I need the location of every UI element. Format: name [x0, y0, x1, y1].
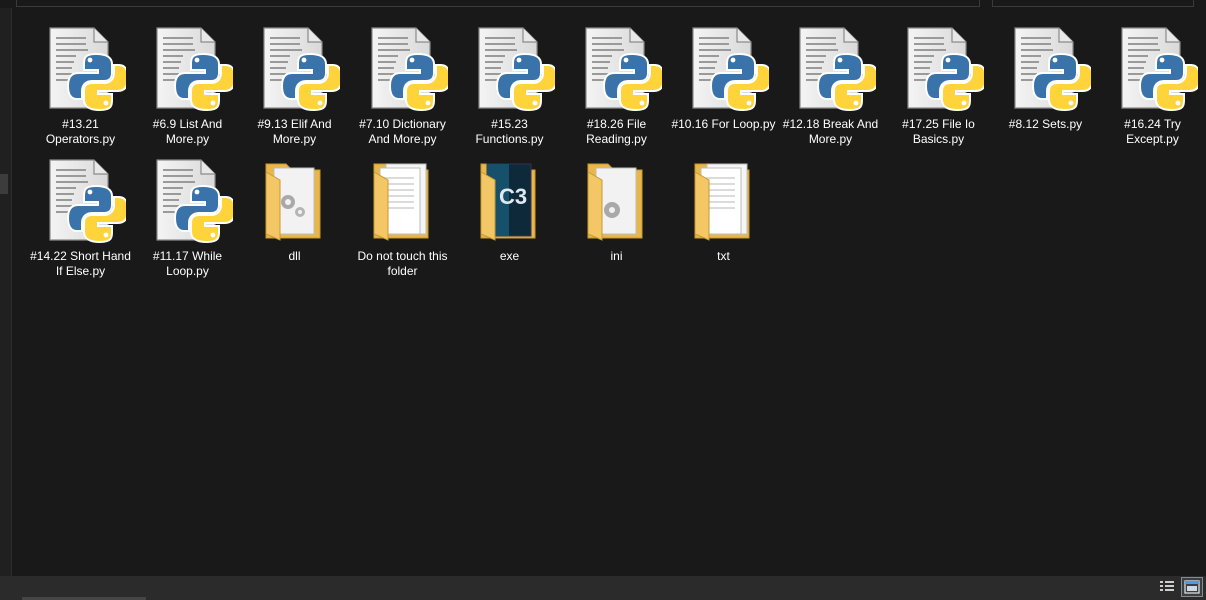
python-file-icon	[689, 26, 773, 112]
address-bar[interactable]	[16, 0, 980, 7]
python-file-item[interactable]: #17.25 File Io Basics.py	[885, 22, 992, 152]
top-bar	[0, 0, 1206, 8]
python-file-item[interactable]: #15.23 Functions.py	[456, 22, 563, 152]
folder-item[interactable]: Do not touch this folder	[349, 154, 456, 284]
python-file-item[interactable]: #14.22 Short Hand If Else.py	[27, 154, 134, 284]
item-label: #11.17 While Loop.py	[152, 249, 223, 278]
item-label: #18.26 File Reading.py	[586, 117, 647, 146]
python-file-item[interactable]: #11.17 While Loop.py	[134, 154, 241, 284]
item-label: dll	[288, 249, 301, 263]
python-file-item[interactable]: #8.12 Sets.py	[992, 22, 1099, 152]
item-label: exe	[499, 249, 520, 263]
python-file-item[interactable]: #16.24 Try Except.py	[1099, 22, 1206, 152]
python-file-item[interactable]: #10.16 For Loop.py	[670, 22, 777, 152]
navigation-selected-item[interactable]	[0, 174, 8, 194]
python-file-icon	[582, 26, 666, 112]
item-label: #7.10 Dictionary And More.py	[359, 117, 446, 146]
navigation-pane[interactable]	[0, 8, 12, 576]
status-bar	[0, 576, 1206, 600]
item-label: #14.22 Short Hand If Else.py	[30, 249, 131, 278]
details-view-icon[interactable]	[1158, 579, 1176, 595]
item-label: #12.18 Break And More.py	[782, 117, 879, 146]
python-file-icon	[904, 26, 988, 112]
python-file-item[interactable]: #6.9 List And More.py	[134, 22, 241, 152]
item-label: #10.16 For Loop.py	[671, 117, 776, 131]
folder-item[interactable]: dll	[241, 154, 348, 284]
file-explorer-window: #13.21 Operators.py #6.9 List And More.p…	[0, 0, 1206, 600]
python-file-icon	[153, 26, 237, 112]
item-label: #17.25 File Io Basics.py	[902, 117, 975, 146]
item-label: txt	[717, 249, 730, 263]
item-label: #15.23 Functions.py	[475, 117, 544, 146]
file-grid: #13.21 Operators.py #6.9 List And More.p…	[27, 22, 1206, 572]
item-label: ini	[610, 249, 623, 263]
large-icons-view-icon[interactable]	[1181, 577, 1203, 597]
python-file-icon	[368, 26, 452, 112]
folder-item[interactable]: ini	[563, 154, 670, 284]
python-file-item[interactable]: #18.26 File Reading.py	[563, 22, 670, 152]
folder-documents-icon	[368, 158, 448, 244]
python-file-icon	[46, 158, 130, 244]
item-label: #8.12 Sets.py	[1008, 117, 1083, 131]
folder-item[interactable]: txt	[670, 154, 777, 284]
folder-gears-icon	[260, 158, 340, 244]
python-file-icon	[260, 26, 344, 112]
python-file-icon	[1118, 26, 1202, 112]
python-file-item[interactable]: #9.13 Elif And More.py	[241, 22, 348, 152]
python-file-icon	[796, 26, 880, 112]
folder-gear-icon	[582, 158, 662, 244]
python-file-item[interactable]: #7.10 Dictionary And More.py	[349, 22, 456, 152]
python-file-item[interactable]: #13.21 Operators.py	[27, 22, 134, 152]
python-file-icon	[1011, 26, 1095, 112]
python-file-icon	[46, 26, 130, 112]
folder-documents-icon	[689, 158, 769, 244]
item-label: #9.13 Elif And More.py	[257, 117, 332, 146]
folder-c3-icon: C3	[475, 158, 555, 244]
python-file-icon	[153, 158, 237, 244]
svg-text:C3: C3	[499, 184, 527, 209]
item-label: #13.21 Operators.py	[45, 117, 116, 146]
python-file-icon	[475, 26, 559, 112]
python-file-item[interactable]: #12.18 Break And More.py	[777, 22, 884, 152]
item-label: Do not touch this folder	[357, 249, 448, 278]
item-label: #6.9 List And More.py	[152, 117, 223, 146]
folder-item[interactable]: C3 exe	[456, 154, 563, 284]
search-box[interactable]	[992, 0, 1194, 7]
item-label: #16.24 Try Except.py	[1124, 117, 1181, 146]
